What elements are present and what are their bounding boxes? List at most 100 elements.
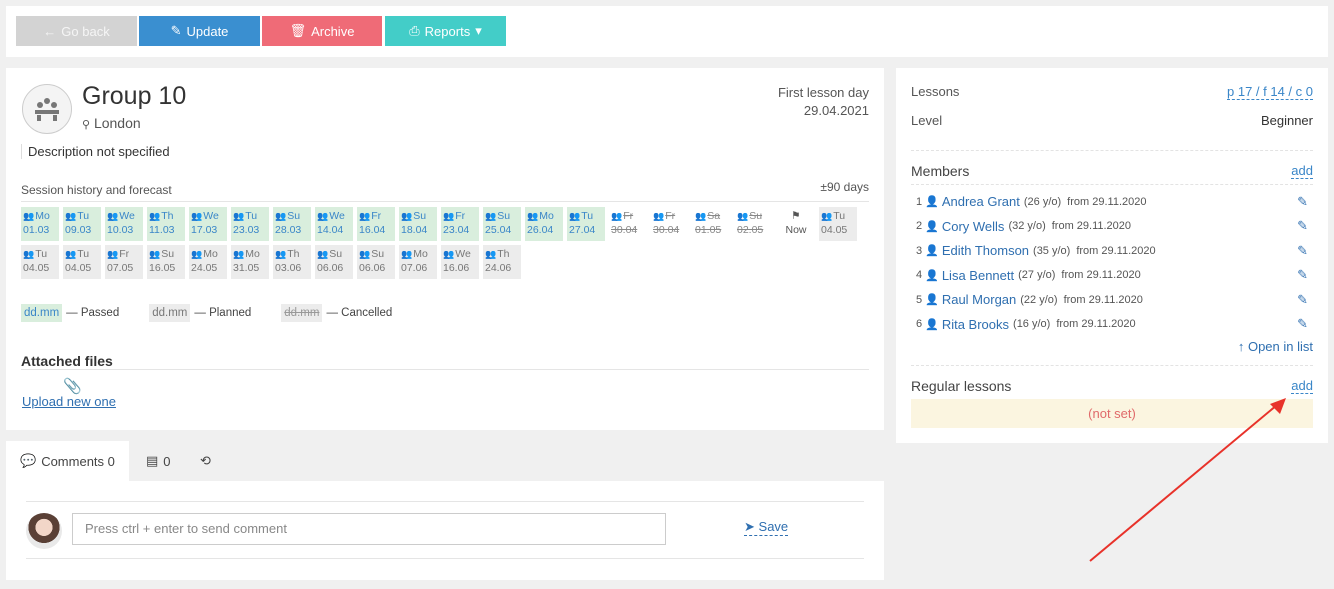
- session-chip[interactable]: 👥Mo 07.06: [399, 245, 437, 279]
- session-chip[interactable]: 👥Mo 01.03: [21, 207, 59, 241]
- session-date: 07.06: [401, 262, 428, 274]
- session-day: Fr: [119, 248, 130, 260]
- tab-comments-label: Comments 0: [41, 453, 115, 469]
- member-row: 4 👤 Lisa Bennett (27 y/o) from 29.11.2020 ✎: [916, 267, 1308, 283]
- session-chip[interactable]: 👥Tu 09.03: [63, 207, 101, 241]
- session-chip[interactable]: 👥Th 11.03: [147, 207, 185, 241]
- session-now-marker[interactable]: ⚑ Now: [777, 207, 815, 241]
- session-day: Tu: [35, 248, 48, 260]
- archive-label: Archive: [311, 23, 355, 39]
- group-icon: 👥: [233, 211, 245, 221]
- tab-notes[interactable]: ▤ 0: [132, 441, 185, 481]
- edit-member-pencil-icon[interactable]: ✎: [1297, 243, 1308, 259]
- session-date: 28.03: [275, 224, 302, 236]
- session-date: 14.04: [317, 224, 344, 236]
- session-chip[interactable]: 👥Sa 01.05: [693, 207, 731, 241]
- session-chip[interactable]: 👥Fr 30.04: [651, 207, 689, 241]
- edit-member-pencil-icon[interactable]: ✎: [1297, 194, 1308, 210]
- session-day: Mo: [539, 210, 554, 222]
- add-member-link[interactable]: add: [1291, 163, 1313, 179]
- go-back-label: Go back: [61, 23, 110, 39]
- session-day: We: [329, 210, 345, 222]
- session-date: 24.05: [191, 262, 218, 274]
- member-since: from 29.11.2020: [1056, 318, 1136, 330]
- session-date: 06.06: [317, 262, 344, 274]
- go-back-button[interactable]: ← Go back: [16, 16, 137, 46]
- update-button[interactable]: ✎ Update: [139, 16, 260, 46]
- tab-history[interactable]: ⟲: [186, 441, 225, 481]
- session-chip[interactable]: 👥Su 06.06: [315, 245, 353, 279]
- session-chip[interactable]: 👥Tu 04.05: [819, 207, 857, 241]
- open-in-list-label: Open in list: [1247, 339, 1313, 354]
- session-chip[interactable]: 👥Fr 23.04: [441, 207, 479, 241]
- session-chip[interactable]: 👥Su 02.05: [735, 207, 773, 241]
- person-icon: 👤: [925, 318, 939, 331]
- session-chip[interactable]: 👥Su 28.03: [273, 207, 311, 241]
- member-name-link[interactable]: Rita Brooks: [942, 317, 1009, 332]
- session-chip[interactable]: 👥Th 24.06: [483, 245, 521, 279]
- session-chip[interactable]: 👥Su 16.05: [147, 245, 185, 279]
- member-name-link[interactable]: Raul Morgan: [942, 292, 1016, 307]
- divider: [21, 201, 869, 202]
- member-number: 6: [916, 318, 923, 330]
- tab-comments[interactable]: 💬 Comments 0: [6, 441, 129, 481]
- session-chip[interactable]: 👥Mo 26.04: [525, 207, 563, 241]
- member-name-link[interactable]: Edith Thomson: [942, 243, 1029, 258]
- edit-member-pencil-icon[interactable]: ✎: [1297, 218, 1308, 234]
- legend-planned-label: — Planned: [194, 307, 252, 319]
- archive-button[interactable]: 🗑 Archive: [262, 16, 382, 46]
- session-chip[interactable]: 👥Fr 07.05: [105, 245, 143, 279]
- session-chip[interactable]: 👥Tu 04.05: [21, 245, 59, 279]
- group-icon: 👥: [611, 211, 623, 221]
- reports-dropdown-button[interactable]: ⎙ Reports ▾: [385, 16, 506, 46]
- group-icon: 👥: [191, 249, 203, 259]
- legend-passed-label: — Passed: [66, 307, 120, 319]
- group-icon: 👥: [401, 249, 413, 259]
- save-comment-button[interactable]: ➤ Save: [744, 519, 789, 536]
- session-chip[interactable]: 👥Fr 30.04: [609, 207, 647, 241]
- session-chip[interactable]: 👥Su 18.04: [399, 207, 437, 241]
- session-day: Mo: [35, 210, 50, 222]
- edit-member-pencil-icon[interactable]: ✎: [1297, 267, 1308, 283]
- upload-new-file-link[interactable]: Upload new one: [22, 394, 116, 409]
- group-icon: 👥: [191, 211, 203, 221]
- session-chip[interactable]: 👥Su 25.04: [483, 207, 521, 241]
- group-avatar: [22, 84, 72, 134]
- location-label: London: [93, 115, 141, 131]
- session-chip[interactable]: 👥Fr 16.04: [357, 207, 395, 241]
- session-chip[interactable]: 👥We 10.03: [105, 207, 143, 241]
- edit-member-pencil-icon[interactable]: ✎: [1297, 292, 1308, 308]
- sessions-legend: dd.mm — Passed dd.mm — Planned dd.mm — C…: [21, 304, 392, 322]
- session-day: Su: [329, 248, 343, 260]
- printer-icon: ⎙: [409, 23, 420, 38]
- session-day: Tu: [245, 210, 258, 222]
- session-chip[interactable]: 👥Mo 31.05: [231, 245, 269, 279]
- session-chip[interactable]: 👥Mo 24.05: [189, 245, 227, 279]
- member-name-link[interactable]: Andrea Grant: [942, 194, 1020, 209]
- legend-passed-chip: dd.mm: [21, 304, 63, 322]
- session-chip[interactable]: 👥Tu 27.04: [567, 207, 605, 241]
- lessons-counter-link[interactable]: p 17 / f 14 / c 0: [1227, 84, 1313, 100]
- session-chip[interactable]: 👥Th 03.06: [273, 245, 311, 279]
- comment-input[interactable]: Press ctrl + enter to send comment: [72, 513, 666, 545]
- comments-panel: 💬 Comments 0 ▤ 0 ⟲ Press ctrl + enter to…: [6, 441, 884, 580]
- session-day: Mo: [245, 248, 260, 260]
- member-name-link[interactable]: Lisa Bennett: [942, 268, 1014, 283]
- group-location: ⚲ London: [82, 115, 141, 131]
- add-regular-lesson-link[interactable]: add: [1291, 378, 1313, 394]
- member-name-link[interactable]: Cory Wells: [942, 219, 1005, 234]
- edit-member-pencil-icon[interactable]: ✎: [1297, 316, 1308, 332]
- session-chip[interactable]: 👥Su 06.06: [357, 245, 395, 279]
- group-icon: 👥: [233, 249, 245, 259]
- member-age: (27 y/o): [1018, 269, 1056, 281]
- lessons-label: Lessons: [911, 84, 960, 99]
- open-in-list-link[interactable]: ↑ Open in list: [1238, 339, 1313, 354]
- session-chip[interactable]: 👥We 14.04: [315, 207, 353, 241]
- session-chip[interactable]: 👥Tu 04.05: [63, 245, 101, 279]
- session-chip[interactable]: 👥Tu 23.03: [231, 207, 269, 241]
- session-chip[interactable]: 👥We 16.06: [441, 245, 479, 279]
- group-icon: 👥: [737, 211, 749, 221]
- member-since: from 29.11.2020: [1076, 244, 1156, 257]
- session-chip[interactable]: 👥We 17.03: [189, 207, 227, 241]
- member-row: 2 👤 Cory Wells (32 y/o) from 29.11.2020 ✎: [916, 218, 1308, 234]
